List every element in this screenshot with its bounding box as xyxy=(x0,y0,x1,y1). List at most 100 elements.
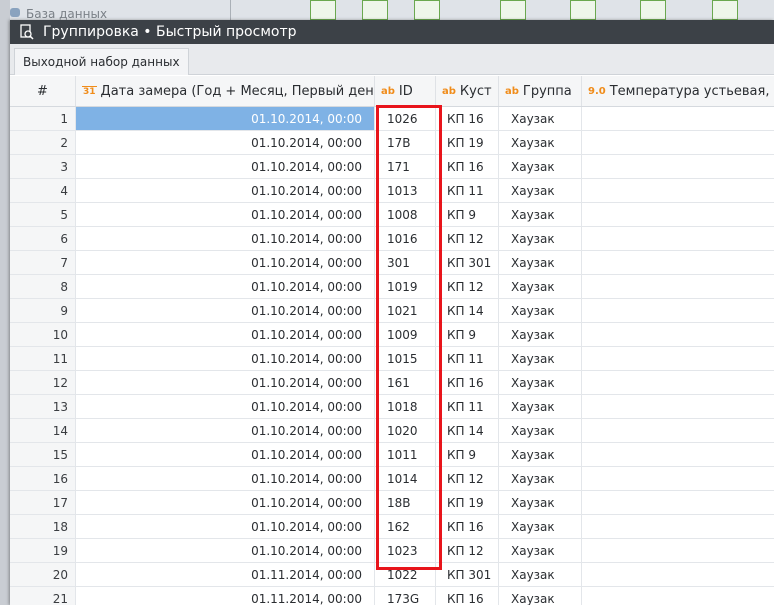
date-cell[interactable]: 01.10.2014, 00:00 xyxy=(76,539,375,562)
id-cell[interactable]: 1013 xyxy=(375,179,436,202)
id-cell[interactable]: 1016 xyxy=(375,227,436,250)
row-number-cell[interactable]: 1 xyxy=(10,107,76,130)
date-cell[interactable]: 01.10.2014, 00:00 xyxy=(76,299,375,322)
temperature-cell[interactable] xyxy=(582,491,774,514)
id-cell[interactable]: 1022 xyxy=(375,563,436,586)
bush-cell[interactable]: КП 11 xyxy=(436,347,499,370)
date-cell[interactable]: 01.10.2014, 00:00 xyxy=(76,347,375,370)
group-cell[interactable]: Хаузак xyxy=(499,515,582,538)
date-cell[interactable]: 01.10.2014, 00:00 xyxy=(76,155,375,178)
temperature-cell[interactable] xyxy=(582,395,774,418)
row-number-cell[interactable]: 7 xyxy=(10,251,76,274)
table-row[interactable]: 9 01.10.2014, 00:00 1021 КП 14 Хаузак xyxy=(10,299,774,323)
table-row[interactable]: 10 01.10.2014, 00:00 1009 КП 9 Хаузак xyxy=(10,323,774,347)
table-row[interactable]: 20 01.11.2014, 00:00 1022 КП 301 Хаузак xyxy=(10,563,774,587)
temperature-cell[interactable] xyxy=(582,299,774,322)
date-cell[interactable]: 01.10.2014, 00:00 xyxy=(76,203,375,226)
id-cell[interactable]: 17B xyxy=(375,131,436,154)
id-cell[interactable]: 1008 xyxy=(375,203,436,226)
column-header-bush[interactable]: ab Куст xyxy=(436,76,499,106)
date-cell[interactable]: 01.10.2014, 00:00 xyxy=(76,443,375,466)
row-number-cell[interactable]: 4 xyxy=(10,179,76,202)
bush-cell[interactable]: КП 14 xyxy=(436,299,499,322)
group-cell[interactable]: Хаузак xyxy=(499,203,582,226)
date-cell[interactable]: 01.10.2014, 00:00 xyxy=(76,467,375,490)
group-cell[interactable]: Хаузак xyxy=(499,107,582,130)
date-cell[interactable]: 01.11.2014, 00:00 xyxy=(76,587,375,605)
column-header-temperature[interactable]: 9.0 Температура устьевая, С|С xyxy=(582,76,774,106)
temperature-cell[interactable] xyxy=(582,251,774,274)
table-row[interactable]: 17 01.10.2014, 00:00 18B КП 19 Хаузак xyxy=(10,491,774,515)
group-cell[interactable]: Хаузак xyxy=(499,227,582,250)
table-row[interactable]: 12 01.10.2014, 00:00 161 КП 16 Хаузак xyxy=(10,371,774,395)
id-cell[interactable]: 162 xyxy=(375,515,436,538)
bush-cell[interactable]: КП 16 xyxy=(436,515,499,538)
row-number-cell[interactable]: 5 xyxy=(10,203,76,226)
bush-cell[interactable]: КП 301 xyxy=(436,563,499,586)
group-cell[interactable]: Хаузак xyxy=(499,179,582,202)
id-cell[interactable]: 1018 xyxy=(375,395,436,418)
row-number-cell[interactable]: 12 xyxy=(10,371,76,394)
group-cell[interactable]: Хаузак xyxy=(499,467,582,490)
table-row[interactable]: 2 01.10.2014, 00:00 17B КП 19 Хаузак xyxy=(10,131,774,155)
background-tool-button[interactable] xyxy=(570,0,596,20)
date-cell[interactable]: 01.10.2014, 00:00 xyxy=(76,251,375,274)
id-cell[interactable]: 1015 xyxy=(375,347,436,370)
date-cell[interactable]: 01.10.2014, 00:00 xyxy=(76,419,375,442)
table-row[interactable]: 6 01.10.2014, 00:00 1016 КП 12 Хаузак xyxy=(10,227,774,251)
date-cell[interactable]: 01.10.2014, 00:00 xyxy=(76,179,375,202)
row-number-cell[interactable]: 3 xyxy=(10,155,76,178)
bush-cell[interactable]: КП 12 xyxy=(436,275,499,298)
bush-cell[interactable]: КП 11 xyxy=(436,395,499,418)
bush-cell[interactable]: КП 19 xyxy=(436,131,499,154)
temperature-cell[interactable] xyxy=(582,227,774,250)
temperature-cell[interactable] xyxy=(582,539,774,562)
id-cell[interactable]: 18B xyxy=(375,491,436,514)
bush-cell[interactable]: КП 12 xyxy=(436,467,499,490)
id-cell[interactable]: 1009 xyxy=(375,323,436,346)
bush-cell[interactable]: КП 9 xyxy=(436,323,499,346)
group-cell[interactable]: Хаузак xyxy=(499,347,582,370)
table-row[interactable]: 3 01.10.2014, 00:00 171 КП 16 Хаузак xyxy=(10,155,774,179)
id-cell[interactable]: 1014 xyxy=(375,467,436,490)
row-number-cell[interactable]: 14 xyxy=(10,419,76,442)
bush-cell[interactable]: КП 12 xyxy=(436,227,499,250)
background-tool-button[interactable] xyxy=(310,0,336,20)
group-cell[interactable]: Хаузак xyxy=(499,539,582,562)
date-cell[interactable]: 01.10.2014, 00:00 xyxy=(76,491,375,514)
bush-cell[interactable]: КП 12 xyxy=(436,539,499,562)
id-cell[interactable]: 1026 xyxy=(375,107,436,130)
bush-cell[interactable]: КП 19 xyxy=(436,491,499,514)
tab-output-dataset[interactable]: Выходной набор данных xyxy=(14,48,189,75)
temperature-cell[interactable] xyxy=(582,563,774,586)
id-cell[interactable]: 1023 xyxy=(375,539,436,562)
bush-cell[interactable]: КП 301 xyxy=(436,251,499,274)
column-header-group[interactable]: ab Группа xyxy=(499,76,582,106)
date-cell[interactable]: 01.10.2014, 00:00 xyxy=(76,107,375,130)
group-cell[interactable]: Хаузак xyxy=(499,395,582,418)
date-cell[interactable]: 01.10.2014, 00:00 xyxy=(76,371,375,394)
table-row[interactable]: 1 01.10.2014, 00:00 1026 КП 16 Хаузак xyxy=(10,107,774,131)
id-cell[interactable]: 1020 xyxy=(375,419,436,442)
row-number-cell[interactable]: 2 xyxy=(10,131,76,154)
table-row[interactable]: 15 01.10.2014, 00:00 1011 КП 9 Хаузак xyxy=(10,443,774,467)
row-number-cell[interactable]: 15 xyxy=(10,443,76,466)
group-cell[interactable]: Хаузак xyxy=(499,323,582,346)
table-row[interactable]: 4 01.10.2014, 00:00 1013 КП 11 Хаузак xyxy=(10,179,774,203)
temperature-cell[interactable] xyxy=(582,203,774,226)
group-cell[interactable]: Хаузак xyxy=(499,299,582,322)
id-cell[interactable]: 1019 xyxy=(375,275,436,298)
row-number-cell[interactable]: 19 xyxy=(10,539,76,562)
id-cell[interactable]: 173G xyxy=(375,587,436,605)
group-cell[interactable]: Хаузак xyxy=(499,131,582,154)
id-cell[interactable]: 161 xyxy=(375,371,436,394)
background-tool-button[interactable] xyxy=(500,0,526,20)
date-cell[interactable]: 01.10.2014, 00:00 xyxy=(76,515,375,538)
data-grid[interactable]: # 31 Дата замера (Год + Месяц, Первый де… xyxy=(10,76,774,605)
temperature-cell[interactable] xyxy=(582,107,774,130)
temperature-cell[interactable] xyxy=(582,179,774,202)
table-row[interactable]: 11 01.10.2014, 00:00 1015 КП 11 Хаузак xyxy=(10,347,774,371)
temperature-cell[interactable] xyxy=(582,467,774,490)
table-row[interactable]: 8 01.10.2014, 00:00 1019 КП 12 Хаузак xyxy=(10,275,774,299)
table-row[interactable]: 14 01.10.2014, 00:00 1020 КП 14 Хаузак xyxy=(10,419,774,443)
